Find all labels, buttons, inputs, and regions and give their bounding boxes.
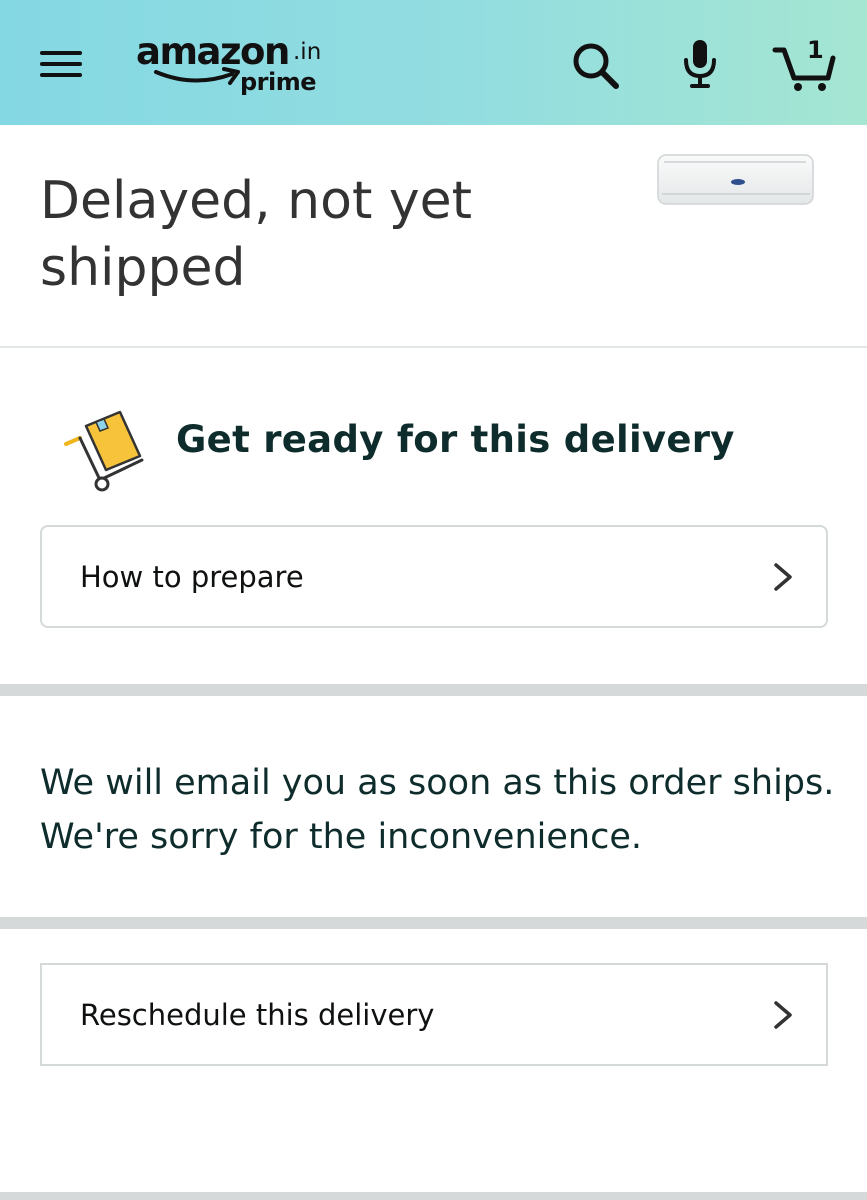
- amazon-prime-logo[interactable]: amazon .in prime: [136, 30, 336, 100]
- cart-count-badge: 1: [807, 36, 824, 64]
- microphone-icon[interactable]: [680, 38, 720, 90]
- search-icon[interactable]: [570, 40, 620, 90]
- logo-smile-arrow-icon: [154, 67, 240, 85]
- section-divider: [0, 684, 867, 696]
- logo-prime-text: prime: [240, 68, 317, 96]
- chevron-right-icon: [774, 1001, 792, 1029]
- hamburger-menu-icon[interactable]: [40, 45, 82, 81]
- shipping-delay-message: We will email you as soon as this order …: [40, 763, 835, 857]
- cart-icon[interactable]: [772, 36, 836, 92]
- reschedule-delivery-label: Reschedule this delivery: [80, 998, 435, 1032]
- section-divider: [0, 346, 867, 348]
- section-divider: [0, 917, 867, 929]
- top-nav-bar: amazon .in prime 1: [0, 0, 867, 125]
- how-to-prepare-button[interactable]: How to prepare: [40, 525, 828, 628]
- prepare-section-title: Get ready for this delivery: [176, 418, 735, 461]
- logo-domain: .in: [293, 39, 322, 65]
- order-status-title: Delayed, not yet shipped: [40, 171, 473, 298]
- hand-truck-package-icon: [64, 410, 144, 492]
- section-divider: [0, 1192, 867, 1200]
- chevron-right-icon: [774, 563, 792, 591]
- reschedule-delivery-button[interactable]: Reschedule this delivery: [40, 963, 828, 1066]
- how-to-prepare-label: How to prepare: [80, 560, 304, 594]
- product-thumbnail-air-conditioner[interactable]: [656, 152, 816, 208]
